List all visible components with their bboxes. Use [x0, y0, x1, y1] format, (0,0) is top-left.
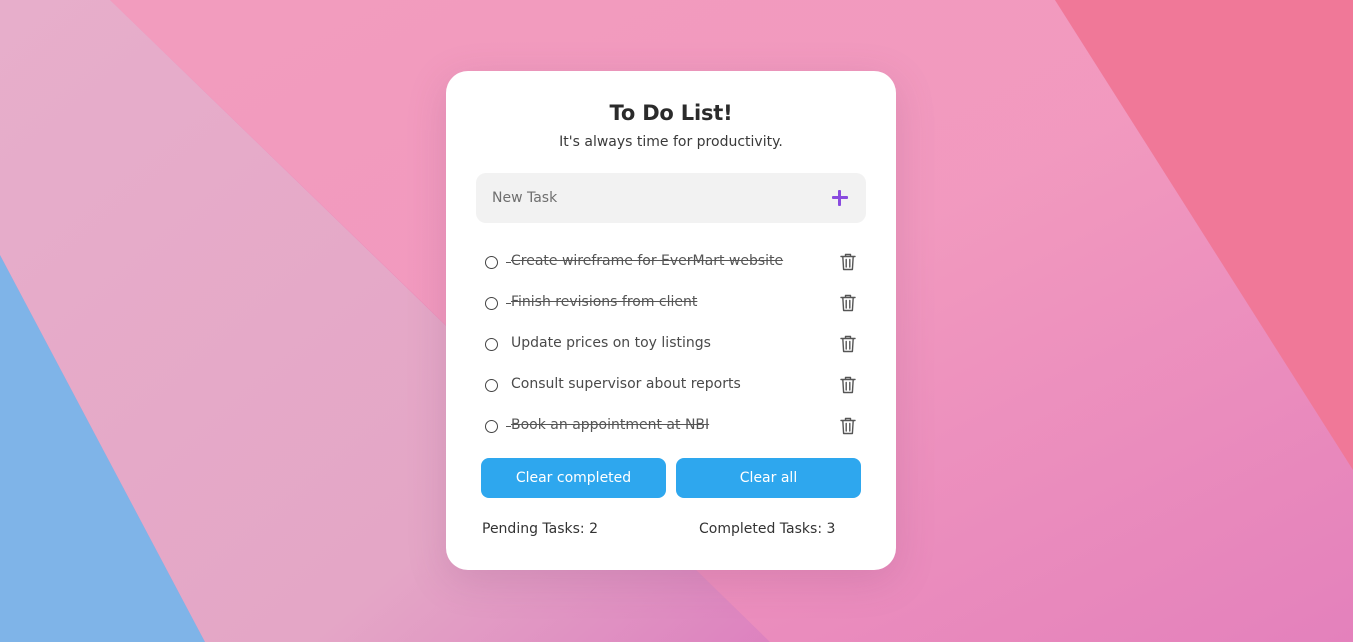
completed-tasks-count: Completed Tasks: 3 — [699, 521, 836, 537]
task-label: Create wireframe for EverMart website — [505, 253, 784, 269]
task-item: Finish revisions from client — [480, 284, 862, 325]
todo-card: To Do List! It's always time for product… — [446, 71, 896, 570]
trash-icon[interactable] — [840, 417, 856, 435]
task-item: Consult supervisor about reports — [480, 366, 862, 407]
task-checkbox[interactable] — [485, 420, 498, 433]
add-task-button[interactable] — [828, 186, 852, 210]
new-task-input[interactable] — [492, 173, 812, 223]
task-checkbox[interactable] — [485, 297, 498, 310]
trash-icon[interactable] — [840, 335, 856, 353]
task-item: Update prices on toy listings — [480, 325, 862, 366]
task-checkbox[interactable] — [485, 256, 498, 269]
trash-icon[interactable] — [840, 253, 856, 271]
task-list: Create wireframe for EverMart website Fi… — [480, 243, 862, 448]
clear-all-button[interactable]: Clear all — [676, 458, 861, 498]
task-item: Book an appointment at NBI — [480, 407, 862, 448]
trash-icon[interactable] — [840, 294, 856, 312]
trash-icon[interactable] — [840, 376, 856, 394]
task-checkbox[interactable] — [485, 379, 498, 392]
pending-tasks-count: Pending Tasks: 2 — [482, 521, 598, 537]
task-label: Book an appointment at NBI — [505, 417, 710, 433]
task-checkbox[interactable] — [485, 338, 498, 351]
task-label: Consult supervisor about reports — [511, 376, 741, 392]
task-label: Finish revisions from client — [505, 294, 698, 310]
clear-completed-button[interactable]: Clear completed — [481, 458, 666, 498]
app-subtitle: It's always time for productivity. — [559, 134, 783, 150]
task-item: Create wireframe for EverMart website — [480, 243, 862, 284]
new-task-bar — [476, 173, 866, 223]
task-label: Update prices on toy listings — [511, 335, 711, 351]
app-title: To Do List! — [609, 101, 733, 125]
